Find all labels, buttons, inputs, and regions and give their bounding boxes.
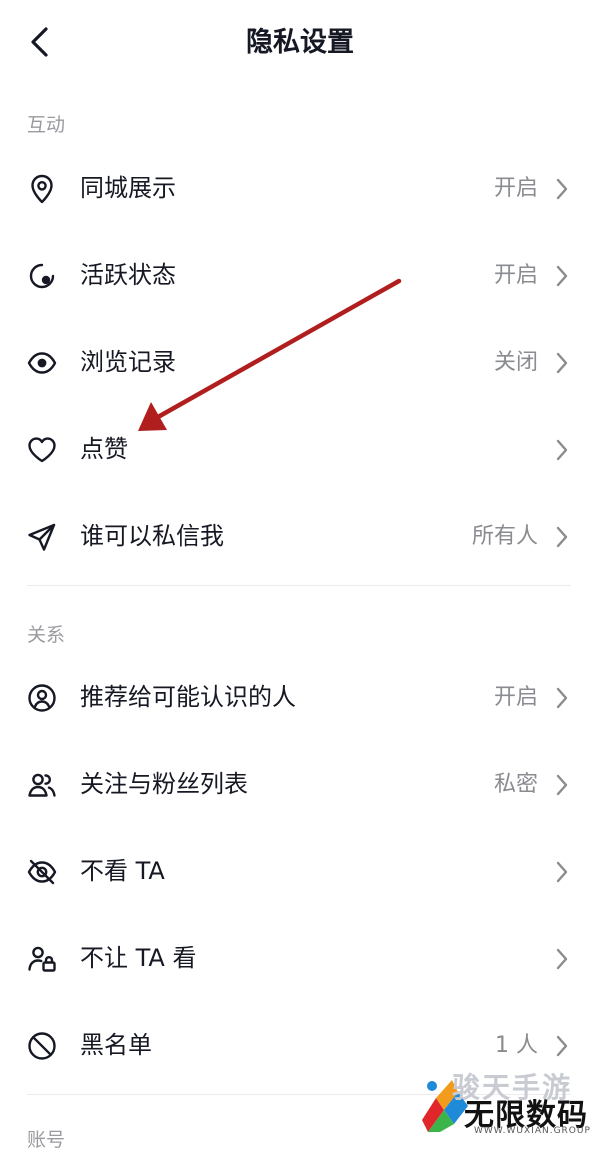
row-label: 不让 TA 看 xyxy=(80,944,197,972)
settings-row-direct-message[interactable]: 谁可以私信我 所有人 xyxy=(0,493,600,580)
settings-row-hide-my-content[interactable]: 不让 TA 看 xyxy=(0,915,600,1002)
row-value: 私密 xyxy=(493,772,538,797)
chevron-right-icon xyxy=(556,352,568,374)
eye-off-icon xyxy=(26,856,58,888)
chevron-right-icon xyxy=(556,265,568,287)
user-circle-icon xyxy=(26,682,58,714)
watermark: 骏天手游 无限数码 WWW.WUXIAN.GROUP xyxy=(412,1064,600,1138)
row-label: 推荐给可能认识的人 xyxy=(80,683,296,711)
section-label-relationship: 关系 xyxy=(27,624,66,646)
chevron-right-icon xyxy=(556,526,568,548)
settings-row-active-status[interactable]: 活跃状态 开启 xyxy=(0,232,600,319)
row-label: 黑名单 xyxy=(80,1031,152,1059)
section-label-interaction: 互动 xyxy=(27,114,66,136)
chevron-right-icon xyxy=(556,861,568,883)
settings-row-recommend-to-acquaintances[interactable]: 推荐给可能认识的人 开启 xyxy=(0,654,600,741)
settings-row-likes[interactable]: 点赞 xyxy=(0,406,600,493)
block-icon xyxy=(26,1030,58,1062)
section-divider xyxy=(27,585,571,586)
row-label: 不看 TA xyxy=(80,857,165,885)
users-icon xyxy=(26,769,58,801)
row-label: 点赞 xyxy=(80,435,128,463)
settings-row-nearby-display[interactable]: 同城展示 开启 xyxy=(0,145,600,232)
settings-row-browsing-history[interactable]: 浏览记录 关闭 xyxy=(0,319,600,406)
row-value: 所有人 xyxy=(471,524,538,549)
settings-row-hide-their-content[interactable]: 不看 TA xyxy=(0,828,600,915)
page-title: 隐私设置 xyxy=(246,27,354,58)
watermark-url: WWW.WUXIAN.GROUP xyxy=(474,1126,591,1136)
row-label: 谁可以私信我 xyxy=(80,522,224,550)
user-lock-icon xyxy=(26,943,58,975)
row-value: 开启 xyxy=(493,176,538,201)
eye-icon xyxy=(26,347,58,379)
row-value: 开启 xyxy=(493,685,538,710)
row-label: 浏览记录 xyxy=(80,348,176,376)
paper-plane-icon xyxy=(26,521,58,553)
chevron-right-icon xyxy=(556,774,568,796)
row-value: 关闭 xyxy=(493,350,538,375)
row-label: 活跃状态 xyxy=(80,261,176,289)
chevron-right-icon xyxy=(556,1035,568,1057)
header: 隐私设置 xyxy=(0,0,600,86)
activity-status-icon xyxy=(26,260,58,292)
section-label-account: 账号 xyxy=(27,1129,66,1151)
location-pin-icon xyxy=(26,173,58,205)
settings-row-follow-and-fans-list[interactable]: 关注与粉丝列表 私密 xyxy=(0,741,600,828)
row-label: 关注与粉丝列表 xyxy=(80,770,248,798)
chevron-right-icon xyxy=(556,948,568,970)
heart-icon xyxy=(26,434,58,466)
row-value: 开启 xyxy=(493,263,538,288)
chevron-right-icon xyxy=(556,687,568,709)
row-label: 同城展示 xyxy=(80,174,176,202)
chevron-right-icon xyxy=(556,439,568,461)
chevron-right-icon xyxy=(556,178,568,200)
